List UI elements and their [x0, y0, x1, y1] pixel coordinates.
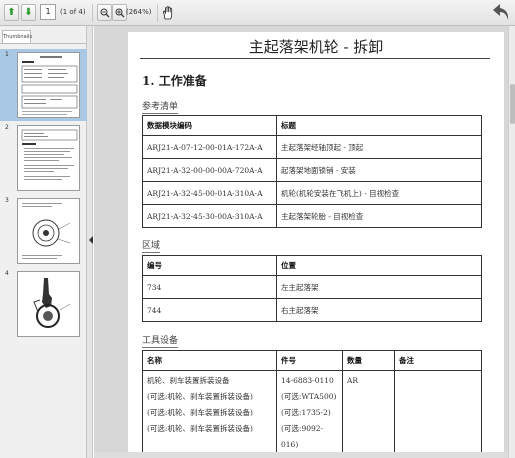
references-subheading: 参考清单	[142, 99, 179, 114]
zoom-in-icon	[115, 8, 124, 17]
table-cell: ARJ21-A-32-45-30-00A-310A-A	[142, 204, 277, 228]
table-cell	[394, 370, 482, 454]
collapse-sidebar-icon[interactable]	[89, 236, 93, 244]
tool-name-line: (可选:机轮、刹车装置拆装设备)	[147, 424, 253, 433]
table-row: ARJ21-A-32-45-30-00A-310A-A 主起落架轮胎 - 目视检…	[142, 204, 482, 228]
document-viewer[interactable]: 主起落架机轮 - 拆卸 1. 工作准备 参考清单 数据模块编码 标题 ARJ21…	[94, 26, 515, 458]
thumbnails-tab[interactable]: Thumbnails	[2, 30, 32, 44]
sidebar-divider	[0, 43, 87, 44]
tools-table: 名称 件号 数量 备注 机轮、刹车装置拆装设备 (可选:机轮、刹车装置拆装设备)…	[142, 350, 482, 454]
thumbnail-number: 4	[5, 270, 9, 277]
table-cell: 主起落架轮胎 - 目视检查	[276, 204, 482, 228]
column-header: 标题	[276, 115, 482, 136]
thumbnail-number: 2	[5, 124, 9, 131]
zoom-level-label: (264%)	[126, 8, 152, 16]
zoom-out-button[interactable]	[97, 4, 112, 21]
thumbnail-number: 3	[5, 197, 9, 204]
tool-name-line: (可选:机轮、刹车装置拆装设备)	[147, 392, 253, 401]
hand-icon	[163, 5, 173, 19]
table-cell: ARJ21-A-32-45-00-01A-310A-A	[142, 181, 277, 205]
table-cell: ARJ21-A-32-00-00-00A-720A-A	[142, 158, 277, 182]
pan-tool-button[interactable]	[161, 4, 176, 21]
thumbnail-image	[17, 198, 80, 264]
table-cell: 14-6883-0110 (可选:WTA500) (可选:1735-2) (可选…	[276, 370, 343, 454]
back-arrow-icon[interactable]	[491, 1, 511, 23]
table-cell: ARJ21-A-07-12-00-01A-172A-A	[142, 135, 277, 159]
table-cell: 744	[142, 298, 277, 322]
column-header: 位置	[276, 255, 482, 276]
part-number-line: (可选:WTA500)	[281, 392, 337, 401]
document-page: 主起落架机轮 - 拆卸 1. 工作准备 参考清单 数据模块编码 标题 ARJ21…	[128, 32, 504, 458]
table-cell: 右主起落架	[276, 298, 482, 322]
part-number-line: 14-6883-0110	[281, 376, 334, 385]
thumbnail-image	[17, 125, 80, 191]
table-row: 744 右主起落架	[142, 298, 482, 322]
part-number-line: (可选:9092-016)	[281, 424, 324, 449]
table-cell: 起落架地面锁销 - 安装	[276, 158, 482, 182]
table-row: 734 左主起落架	[142, 275, 482, 299]
scrollbar-thumb[interactable]	[510, 84, 515, 124]
page-title: 主起落架机轮 - 拆卸	[248, 38, 384, 56]
toolbar: ⬆ ⬇ 1 (1 of 4) (264%)	[0, 0, 515, 26]
thumbnail-page-4[interactable]: 4	[0, 268, 87, 340]
tool-name-line: (可选:机轮、刹车装置拆装设备)	[147, 408, 253, 417]
vertical-scrollbar[interactable]	[508, 26, 515, 458]
toolbar-separator	[92, 4, 93, 22]
column-header: 件号	[276, 350, 343, 371]
column-header: 备注	[394, 350, 482, 371]
thumbnail-page-2[interactable]: 2	[0, 122, 87, 194]
previous-page-button[interactable]: ⬆	[4, 4, 19, 21]
thumbnail-page-1[interactable]: 1	[0, 49, 87, 121]
next-page-button[interactable]: ⬇	[21, 4, 36, 21]
table-row: ARJ21-A-32-45-00-01A-310A-A 机轮(机轮安装在飞机上)…	[142, 181, 482, 205]
column-header: 名称	[142, 350, 277, 371]
page-count-label: (1 of 4)	[60, 8, 86, 16]
thumbnail-image	[17, 271, 80, 337]
tool-name-line: 机轮、刹车装置拆装设备	[147, 376, 230, 385]
section-heading: 1. 工作准备	[142, 74, 207, 88]
thumbnail-page-3[interactable]: 3	[0, 195, 87, 267]
table-cell: 左主起落架	[276, 275, 482, 299]
column-header: 编号	[142, 255, 277, 276]
arrow-up-icon: ⬆	[7, 6, 16, 18]
thumbnail-number: 1	[5, 51, 9, 58]
page-number-input[interactable]: 1	[40, 4, 56, 20]
table-row: ARJ21-A-07-12-00-01A-172A-A 主起落架经轴顶起 - 顶…	[142, 135, 482, 159]
thumbnail-sidebar: Thumbnails 1 2 3 4	[0, 26, 87, 458]
arrow-down-icon: ⬇	[24, 6, 33, 18]
horizontal-scrollbar[interactable]	[94, 452, 508, 458]
table-cell: 机轮(机轮安装在飞机上) - 目视检查	[276, 181, 482, 205]
part-number-line: (可选:1735-2)	[281, 408, 331, 417]
zones-subheading: 区域	[142, 238, 161, 253]
zones-table: 编号 位置 734 左主起落架 744 右主起落架	[142, 255, 482, 322]
table-cell: 734	[142, 275, 277, 299]
table-cell: 机轮、刹车装置拆装设备 (可选:机轮、刹车装置拆装设备) (可选:机轮、刹车装置…	[142, 370, 277, 454]
references-table: 数据模块编码 标题 ARJ21-A-07-12-00-01A-172A-A 主起…	[142, 115, 482, 228]
tools-subheading: 工具设备	[142, 333, 179, 348]
zoom-in-button[interactable]	[112, 4, 127, 21]
table-row: 机轮、刹车装置拆装设备 (可选:机轮、刹车装置拆装设备) (可选:机轮、刹车装置…	[142, 370, 482, 454]
table-row: ARJ21-A-32-00-00-00A-720A-A 起落架地面锁销 - 安装	[142, 158, 482, 182]
column-header: 数据模块编码	[142, 115, 277, 136]
zoom-out-icon	[100, 8, 109, 17]
thumbnail-image	[17, 52, 80, 118]
column-header: 数量	[342, 350, 395, 371]
title-divider	[140, 58, 490, 59]
table-cell: 主起落架经轴顶起 - 顶起	[276, 135, 482, 159]
toolbar-separator	[157, 4, 158, 22]
table-cell: AR	[342, 370, 395, 454]
